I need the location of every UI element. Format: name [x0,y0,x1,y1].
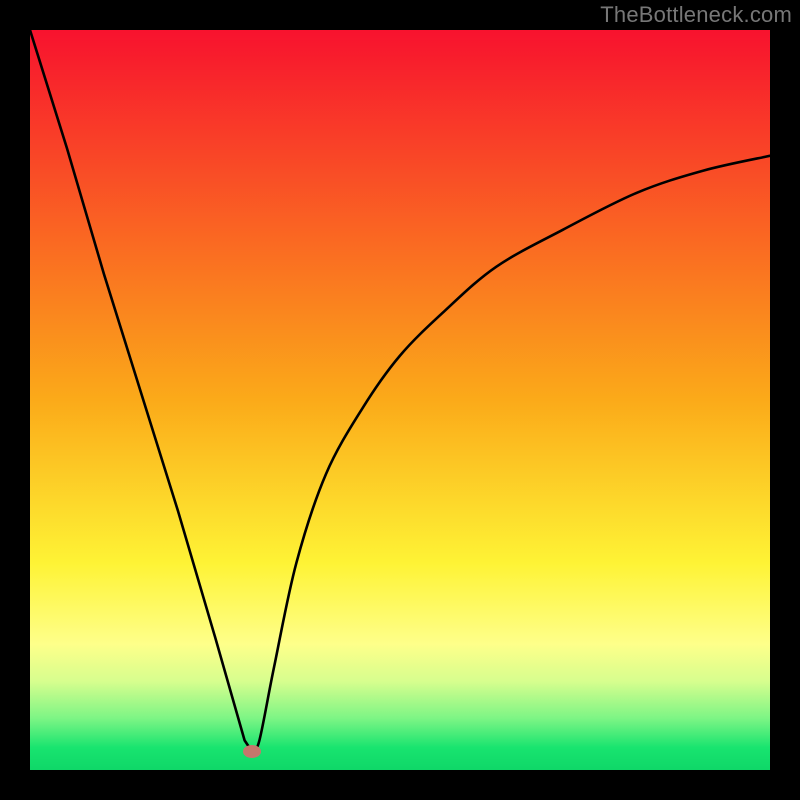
plot-svg [30,30,770,770]
minimum-marker [243,745,261,758]
watermark-text: TheBottleneck.com [600,2,792,28]
gradient-background [30,30,770,770]
plot-area [30,30,770,770]
chart-frame: TheBottleneck.com [0,0,800,800]
